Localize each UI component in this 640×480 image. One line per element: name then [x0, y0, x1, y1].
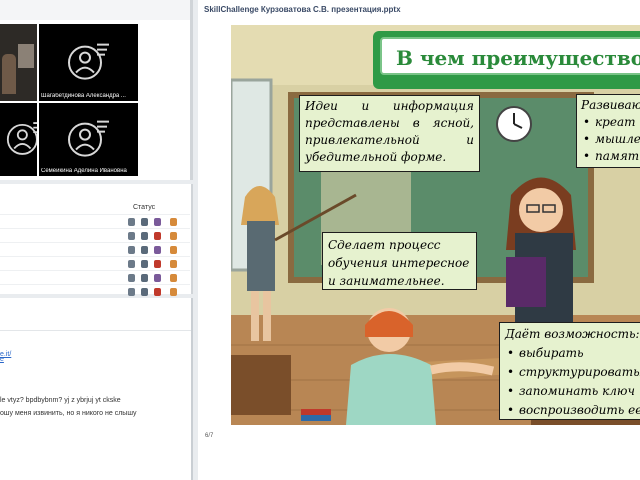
hand-icon[interactable] — [154, 260, 161, 268]
textbox-opportunity-heading: Даёт возможность: — [505, 327, 640, 341]
participant-row[interactable] — [0, 270, 190, 285]
participant-row[interactable] — [0, 284, 190, 299]
background-object — [18, 44, 34, 68]
camera-icon[interactable] — [141, 246, 148, 254]
bullet-item: памят — [581, 148, 640, 165]
textbox-develops-heading: Развиваю — [581, 98, 640, 112]
status-column-header: Статус — [133, 204, 156, 211]
microphone-icon[interactable] — [128, 232, 135, 240]
textbox-opportunity-list: выбиратьструктурироватызапоминать ключво… — [505, 344, 640, 420]
participant-row[interactable] — [0, 256, 190, 271]
participants-scrollbar[interactable] — [191, 184, 193, 294]
video-tile-participant[interactable]: Семейкина Аделина Ивановна — [39, 103, 138, 176]
video-scrollbar[interactable] — [190, 0, 193, 180]
microphone-icon[interactable] — [128, 274, 135, 282]
participants-panel: Статус — [0, 184, 193, 296]
slide-textbox-develops: Развиваю креатмышлепамят — [576, 94, 640, 168]
video-tile-participant[interactable]: Шагабетдинова Александра ... — [39, 24, 138, 101]
camera-icon[interactable] — [141, 232, 148, 240]
avatar-icon[interactable] — [170, 274, 177, 282]
textbox-ideas-text: Идеи и информация представлены в ясной, … — [305, 99, 474, 164]
video-tile-participant[interactable] — [0, 103, 37, 176]
bullet-item: выбирать — [505, 344, 640, 363]
person-silhouette — [2, 54, 16, 94]
hand-icon[interactable] — [154, 232, 161, 240]
chat-tab-bar — [0, 298, 193, 331]
user-placeholder-icon — [6, 121, 37, 155]
slide-title: В чем преимущество? — [396, 46, 640, 70]
bullet-item: структурироваты — [505, 363, 640, 382]
avatar-icon[interactable] — [170, 288, 177, 296]
camera-icon[interactable] — [141, 288, 148, 296]
slide-textbox-opportunity: Даёт возможность: выбиратьструктурироват… — [499, 322, 640, 420]
hand-icon[interactable] — [154, 218, 161, 226]
participant-name: Шагабетдинова Александра ... — [41, 93, 126, 99]
participant-row[interactable] — [0, 242, 190, 257]
hand-icon[interactable] — [154, 246, 161, 254]
hand-icon[interactable] — [154, 288, 161, 296]
microphone-icon[interactable] — [128, 218, 135, 226]
video-panel-header — [0, 0, 193, 20]
textbox-process-text: Сделает процесс обучения интересное и за… — [328, 238, 470, 288]
microphone-icon[interactable] — [128, 260, 135, 268]
slide-page-number: 6/7 — [205, 433, 214, 439]
avatar-icon[interactable] — [170, 218, 177, 226]
slide-textbox-ideas: Идеи и информация представлены в ясной, … — [299, 95, 480, 172]
hand-icon[interactable] — [154, 274, 161, 282]
video-grid-panel: Шагабетдинова Александра ... Семейкина А… — [0, 0, 193, 180]
participant-name: Семейкина Аделина Ивановна — [41, 168, 127, 174]
slide-title-box: В чем преимущество? — [380, 37, 640, 75]
bullet-item: воспроизводить ее — [505, 401, 640, 420]
chat-message: ошу меня извинить, но я никого не слышу — [0, 410, 137, 417]
video-tile-camera[interactable] — [0, 24, 37, 101]
presentation-file-title: SkillChallenge Курзоватова С.В. презента… — [204, 5, 401, 14]
slide-title-frame: В чем преимущество? — [373, 31, 640, 89]
participant-row[interactable] — [0, 214, 190, 229]
avatar-icon[interactable] — [170, 246, 177, 254]
chat-message-link[interactable]: e.it/ — [0, 351, 11, 358]
chat-scrollbar[interactable] — [191, 298, 193, 480]
avatar-icon[interactable] — [170, 232, 177, 240]
bullet-item: запоминать ключ — [505, 382, 640, 401]
slide-textbox-process: Сделает процесс обучения интересное и за… — [322, 232, 477, 290]
user-placeholder-icon — [67, 43, 109, 80]
chat-message: le vtyz? bpdbybnm? yj z ybrjuj yt ckske — [0, 397, 121, 404]
microphone-icon[interactable] — [128, 288, 135, 296]
camera-icon[interactable] — [141, 218, 148, 226]
presentation-panel: SkillChallenge Курзоватова С.В. презента… — [198, 0, 640, 480]
participant-row[interactable] — [0, 228, 190, 243]
camera-icon[interactable] — [141, 260, 148, 268]
avatar-icon[interactable] — [170, 260, 177, 268]
camera-icon[interactable] — [141, 274, 148, 282]
bullet-item: креат — [581, 114, 640, 131]
bullet-item: мышле — [581, 131, 640, 148]
textbox-develops-list: креатмышлепамят — [581, 114, 640, 165]
chat-panel: e e.it/ le vtyz? bpdbybnm? yj z ybrjuj y… — [0, 298, 193, 480]
presentation-slide: В чем преимущество? Идеи и информация пр… — [231, 25, 640, 425]
microphone-icon[interactable] — [128, 246, 135, 254]
user-placeholder-icon — [67, 120, 109, 157]
